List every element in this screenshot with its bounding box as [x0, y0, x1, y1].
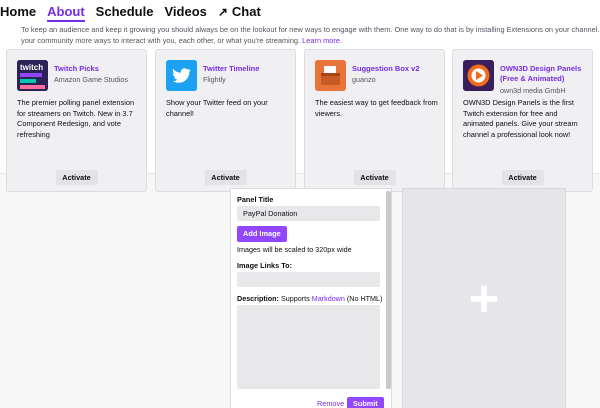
- extension-description: The premier polling panel extension for …: [17, 98, 135, 139]
- intro-line-1: To keep an audience and keep it growing …: [21, 25, 600, 34]
- intro-line-2: your community more ways to interact wit…: [21, 36, 301, 45]
- twitch-picks-logo-text: twitch: [20, 63, 43, 72]
- plus-icon: +: [468, 269, 500, 328]
- extension-name[interactable]: Twitch Picks: [54, 64, 144, 74]
- supports-text: Supports: [280, 294, 310, 303]
- panel-title-label: Panel Title: [237, 195, 274, 204]
- form-scrollbar[interactable]: [386, 191, 391, 389]
- twitch-picks-logo-icon: twitch: [17, 60, 48, 91]
- extension-description: Show your Twitter feed on your channel!: [166, 98, 268, 118]
- description-row: Description: Supports Markdown (No HTML): [237, 294, 382, 303]
- add-panel-button[interactable]: +: [402, 188, 566, 408]
- tab-schedule[interactable]: Schedule: [96, 0, 154, 22]
- extension-description: OWN3D Design Panels is the first Twitch …: [463, 98, 578, 139]
- description-label: Description:: [237, 294, 279, 303]
- activate-button[interactable]: Activate: [204, 170, 247, 185]
- extension-card-own3d: OWN3D Design Panels (Free & Animated) ow…: [452, 49, 593, 192]
- tab-chat-label: Chat: [231, 4, 261, 19]
- no-html-text: (No HTML): [346, 294, 383, 303]
- extensions-intro: To keep an audience and keep it growing …: [21, 24, 600, 46]
- extension-card-suggestion-box: Suggestion Box v2 guanzo The easiest way…: [304, 49, 445, 192]
- extension-card-twitter-timeline: Twitter Timeline Flightly Show your Twit…: [155, 49, 296, 192]
- markdown-link[interactable]: Markdown: [312, 294, 345, 303]
- image-scale-hint: Images will be scaled to 320px wide: [237, 245, 352, 254]
- image-links-input[interactable]: [237, 272, 380, 287]
- extension-author: Amazon Game Studios: [54, 75, 128, 84]
- panel-edit-form: Panel Title PayPal Donation Add Image Im…: [230, 188, 392, 408]
- add-image-button[interactable]: Add Image: [237, 226, 287, 242]
- activate-button[interactable]: Activate: [501, 170, 544, 185]
- extension-author: Flightly: [203, 75, 226, 84]
- extension-author: guanzo: [352, 75, 376, 84]
- image-links-label: Image Links To:: [237, 261, 293, 270]
- learn-more-link[interactable]: Learn more.: [302, 36, 342, 45]
- extension-name[interactable]: OWN3D Design Panels (Free & Animated): [500, 64, 590, 84]
- extension-author: own3d media GmbH: [500, 86, 566, 95]
- activate-button[interactable]: Activate: [353, 170, 396, 185]
- extension-card-twitch-picks: twitch Twitch Picks Amazon Game Studios …: [6, 49, 147, 192]
- tab-about[interactable]: About: [47, 0, 85, 22]
- suggestion-box-logo-icon: [315, 60, 346, 91]
- description-textarea[interactable]: [237, 305, 380, 389]
- tab-chat[interactable]: ↗ Chat: [218, 0, 261, 22]
- popout-arrow-icon: ↗: [217, 5, 228, 19]
- own3d-logo-icon: [463, 60, 494, 91]
- activate-button[interactable]: Activate: [55, 170, 98, 185]
- twitter-bird-logo-icon: [166, 60, 197, 91]
- extensions-section: To keep an audience and keep it growing …: [0, 22, 600, 192]
- tab-home[interactable]: Home: [0, 0, 36, 22]
- panel-title-input[interactable]: PayPal Donation: [237, 206, 380, 221]
- submit-button[interactable]: Submit: [347, 397, 384, 408]
- remove-link[interactable]: Remove: [317, 399, 344, 408]
- tab-videos[interactable]: Videos: [164, 0, 206, 22]
- extension-description: The easiest way to get feedback from vie…: [315, 98, 438, 118]
- channel-nav: Home About Schedule Videos ↗ Chat: [0, 0, 600, 22]
- extension-name[interactable]: Suggestion Box v2: [352, 64, 442, 74]
- extension-name[interactable]: Twitter Timeline: [203, 64, 293, 74]
